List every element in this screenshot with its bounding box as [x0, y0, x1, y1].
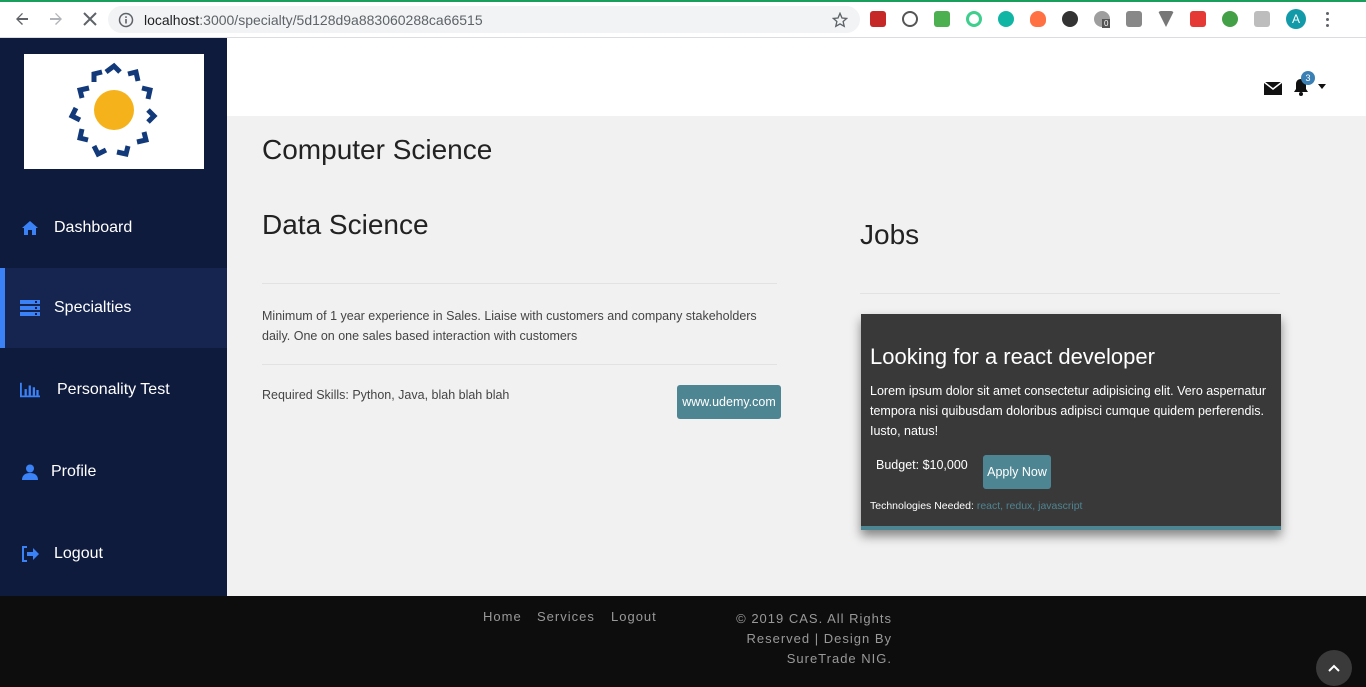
course-title: Data Science	[262, 209, 429, 240]
technologies-label: Technologies Needed:	[870, 500, 974, 512]
stop-loading-button[interactable]	[76, 5, 104, 33]
extension-icon[interactable]	[870, 11, 886, 27]
technologies-values: react, redux, javascript	[976, 500, 1083, 512]
url-host: localhost	[144, 11, 200, 28]
notification-badge: 3	[1301, 71, 1315, 85]
url-path: :3000/specialty/5d128d9a883060288ca66515	[199, 11, 483, 28]
footer-link-services[interactable]: Services	[537, 609, 595, 624]
page-title: Computer Science	[262, 134, 493, 165]
extensions-bar: 0 A	[870, 8, 1329, 30]
sidebar-item-logout[interactable]: Logout	[0, 514, 227, 594]
required-skills: Required Skills: Python, Java, blah blah…	[262, 388, 510, 402]
footer-copyright: © 2019 CAS. All Rights Reserved | Design…	[736, 611, 892, 666]
forward-button[interactable]	[42, 5, 70, 33]
scroll-to-top-button[interactable]	[1316, 650, 1352, 686]
job-title: Looking for a react developer	[870, 344, 1155, 369]
server-icon	[20, 298, 40, 318]
extension-icon[interactable]	[1254, 11, 1270, 27]
extension-icon[interactable]	[966, 11, 982, 27]
sidebar-item-specialties[interactable]: Specialties	[0, 268, 227, 348]
extension-icon[interactable]	[1222, 11, 1238, 27]
sidebar-item-profile[interactable]: Profile	[0, 432, 227, 512]
extension-icon[interactable]: 0	[1094, 11, 1111, 28]
arrow-left-icon	[16, 12, 28, 25]
sun-logo-icon	[68, 62, 158, 158]
info-icon[interactable]	[118, 12, 134, 28]
extension-icon[interactable]	[1062, 11, 1078, 27]
vue-extension-icon[interactable]	[1158, 11, 1174, 27]
back-button[interactable]	[8, 5, 36, 33]
apply-now-button[interactable]: Apply Now	[983, 455, 1051, 489]
footer-link-home[interactable]: Home	[483, 609, 522, 624]
divider	[860, 293, 1280, 294]
cors-extension-icon[interactable]	[934, 11, 950, 27]
extension-icon[interactable]	[998, 11, 1014, 27]
footer-link-logout[interactable]: Logout	[611, 609, 657, 624]
url-text: localhost:3000/specialty/5d128d9a8830602…	[144, 12, 483, 28]
sidebar-item-dashboard[interactable]: Dashboard	[0, 188, 227, 268]
page-load-progress	[0, 0, 1366, 2]
sidebar-item-label: Specialties	[54, 299, 132, 316]
extension-icon[interactable]	[1190, 11, 1206, 27]
job-card: Looking for a react developer Lorem ipsu…	[861, 314, 1281, 530]
caret-down-icon	[1318, 84, 1326, 89]
job-budget: Budget: $10,000	[876, 458, 968, 472]
notifications-button[interactable]: 3	[1292, 71, 1326, 96]
sidebar-item-personality-test[interactable]: Personality Test	[0, 350, 227, 430]
sidebar-item-label: Personality Test	[57, 381, 170, 398]
sidebar-item-label: Profile	[51, 463, 97, 480]
close-icon	[83, 11, 97, 26]
course-description: Minimum of 1 year experience in Sales. L…	[262, 309, 757, 343]
address-bar[interactable]: localhost:3000/specialty/5d128d9a8830602…	[108, 6, 860, 33]
logo[interactable]	[24, 54, 204, 169]
sidebar-item-label: Logout	[54, 545, 103, 562]
browser-toolbar: localhost:3000/specialty/5d128d9a8830602…	[0, 0, 1366, 38]
bar-chart-icon	[20, 380, 40, 400]
fire-extension-icon[interactable]	[1030, 11, 1046, 27]
main-content: Computer Science Data Science Minimum of…	[227, 116, 1366, 596]
envelope-icon[interactable]	[1263, 81, 1283, 100]
sign-out-icon	[20, 544, 40, 564]
bookmark-star-icon[interactable]	[832, 11, 848, 28]
profile-avatar[interactable]: A	[1286, 9, 1306, 29]
arrow-right-icon	[50, 12, 62, 25]
sidebar-item-label: Dashboard	[54, 219, 133, 236]
browser-menu-button[interactable]	[1326, 11, 1329, 27]
job-technologies: Technologies Needed: react, redux, javas…	[870, 500, 1082, 512]
divider	[262, 364, 777, 365]
extension-badge: 0	[1102, 19, 1111, 28]
jobs-heading: Jobs	[860, 219, 920, 250]
extension-icon[interactable]	[902, 11, 918, 27]
lock-extension-icon[interactable]	[1126, 11, 1142, 27]
footer: Home Services Logout © 2019 CAS. All Rig…	[0, 596, 1366, 687]
user-icon	[20, 462, 40, 482]
home-icon	[20, 218, 40, 238]
top-header: 3	[227, 38, 1366, 116]
sidebar: Dashboard Specialties Personality Test P…	[0, 38, 227, 596]
divider	[262, 283, 777, 284]
course-link-button[interactable]: www.udemy.com	[677, 385, 781, 419]
job-description: Lorem ipsum dolor sit amet consectetur a…	[870, 384, 1267, 438]
chevron-up-icon	[1328, 664, 1340, 672]
